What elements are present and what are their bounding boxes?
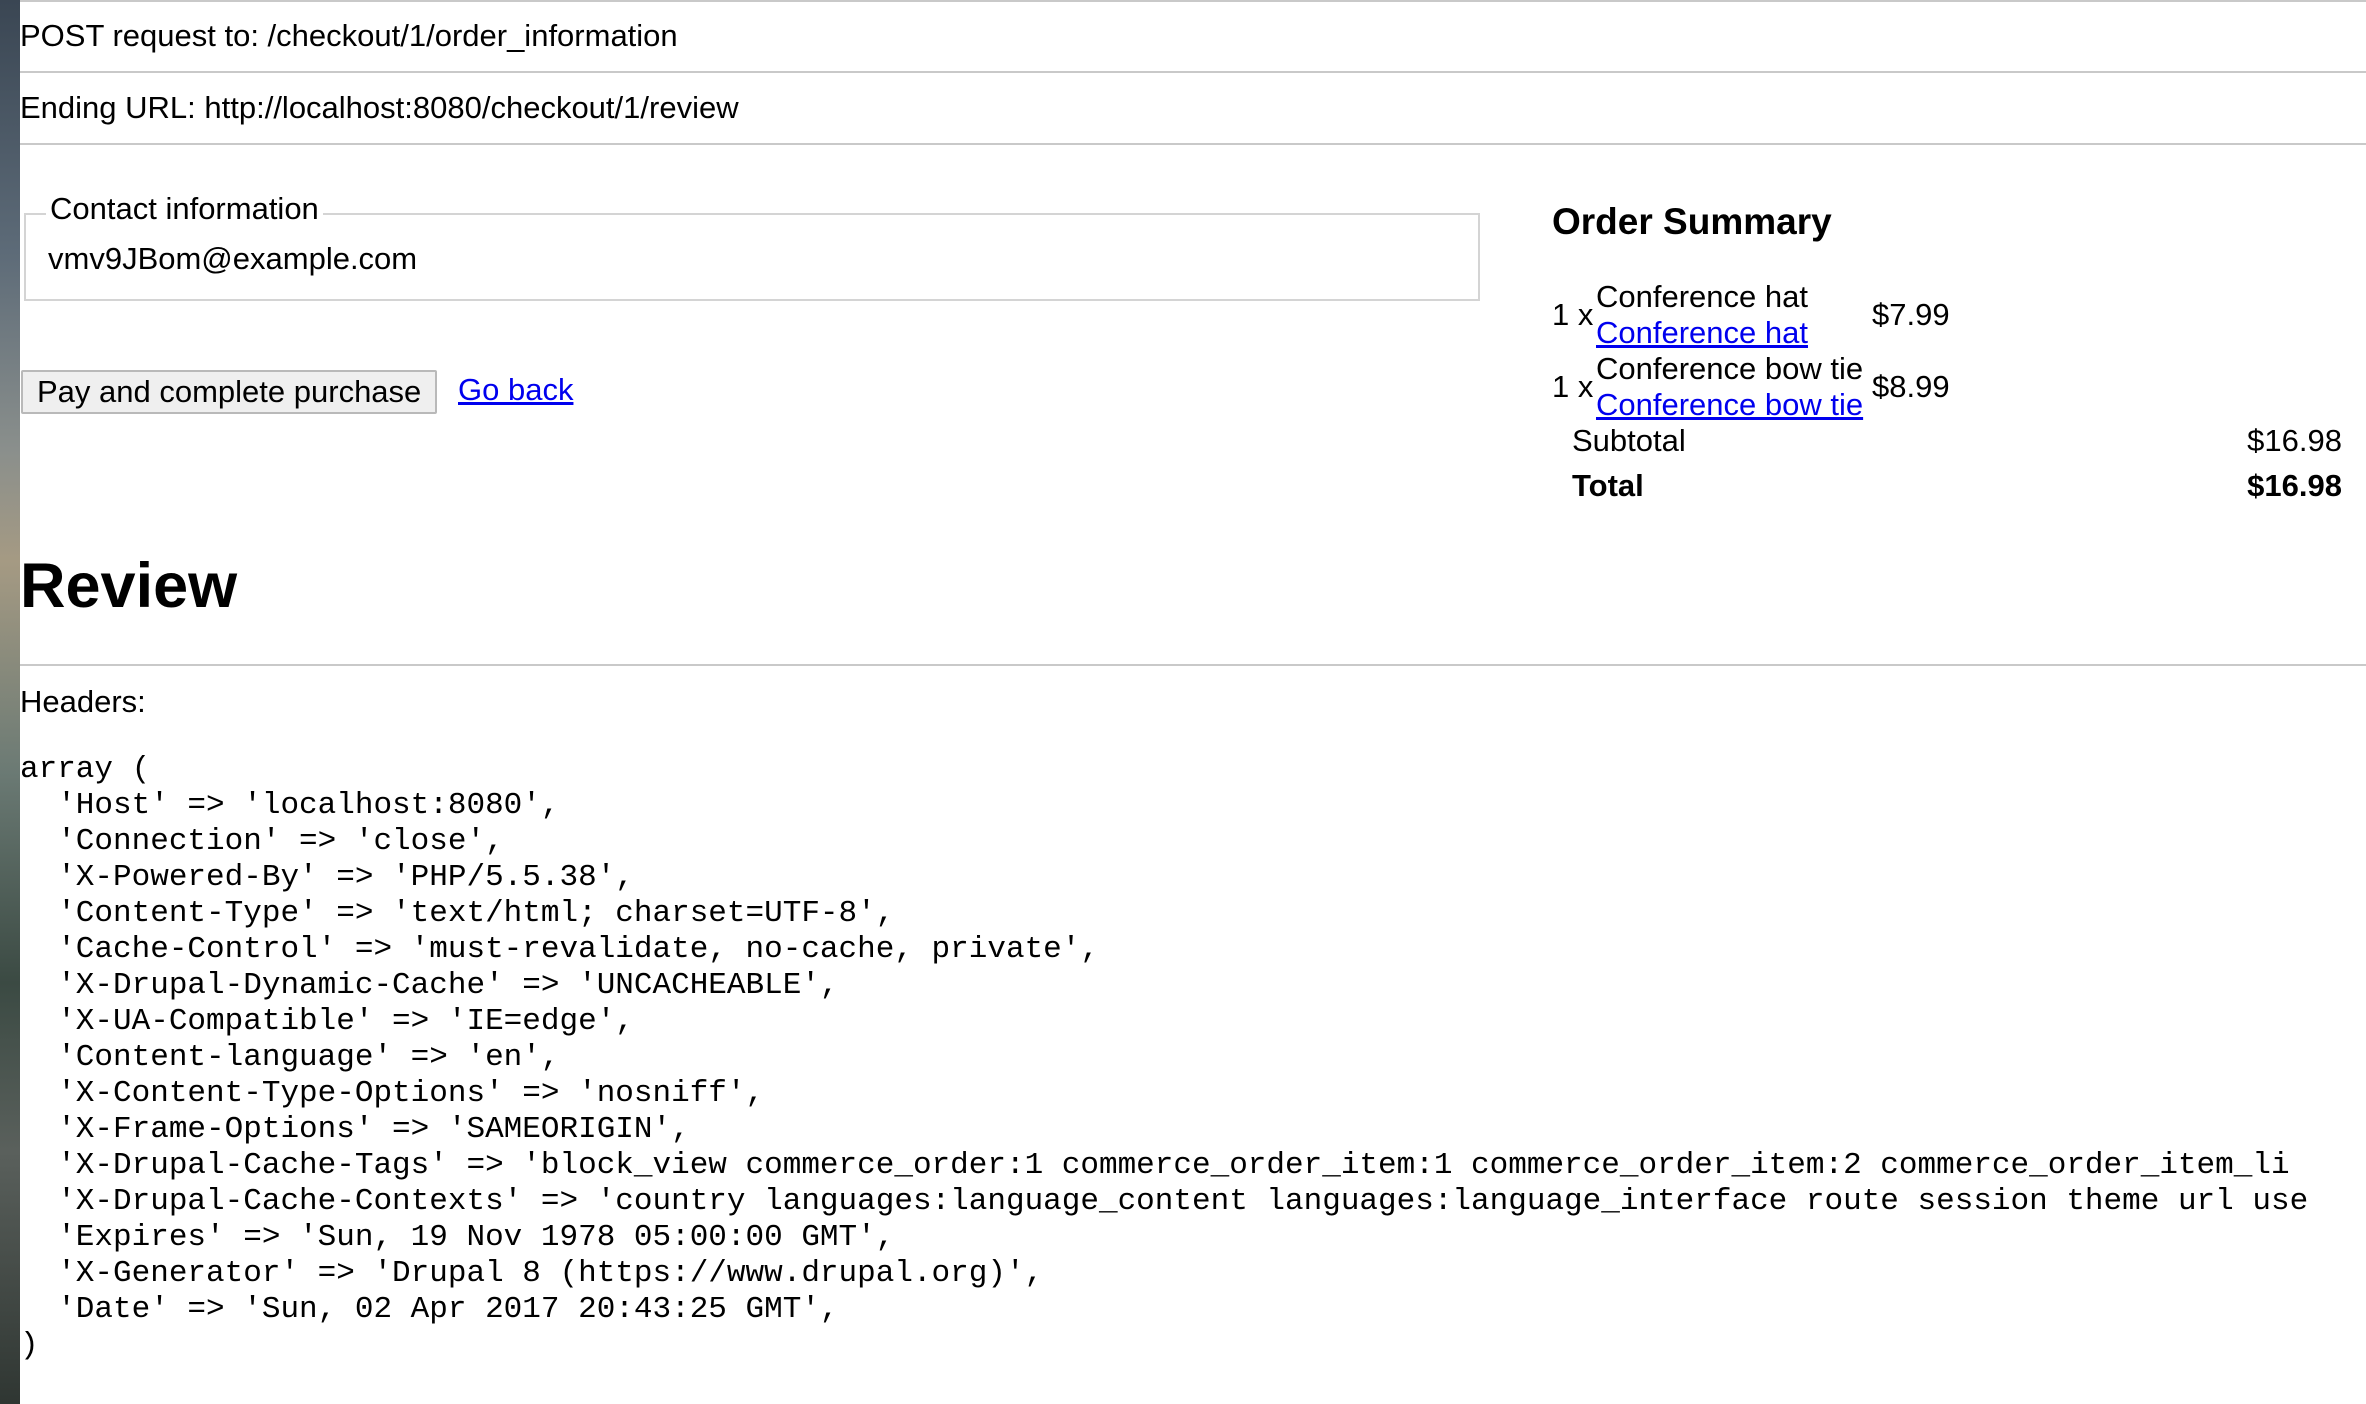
post-request-line: POST request to: /checkout/1/order_infor… — [20, 18, 678, 53]
headers-dump: array ( 'Host' => 'localhost:8080', 'Con… — [20, 752, 2308, 1364]
pay-and-complete-purchase-button[interactable]: Pay and complete purchase — [21, 370, 438, 414]
headers-line: 'X-Content-Type-Options' => 'nosniff', — [20, 1076, 765, 1111]
headers-line: 'Connection' => 'close', — [20, 824, 504, 859]
headers-line: 'X-Generator' => 'Drupal 8 (https://www.… — [20, 1256, 1044, 1291]
order-item-title: Conference bow tie — [1596, 351, 1864, 386]
subtotal-label: Subtotal — [1572, 423, 1686, 458]
headers-line: 'Expires' => 'Sun, 19 Nov 1978 05:00:00 … — [20, 1220, 895, 1255]
headers-line: 'X-Drupal-Dynamic-Cache' => 'UNCACHEABLE… — [20, 968, 839, 1003]
headers-line: 'X-UA-Compatible' => 'IE=edge', — [20, 1004, 634, 1039]
headers-line: 'Cache-Control' => 'must-revalidate, no-… — [20, 932, 1099, 967]
order-item-link[interactable]: Conference bow tie — [1596, 387, 1863, 423]
headers-line: 'Date' => 'Sun, 02 Apr 2017 20:43:25 GMT… — [20, 1292, 839, 1327]
ending-url-line: Ending URL: http://localhost:8080/checko… — [20, 90, 739, 125]
order-item-price: $8.99 — [1872, 369, 1950, 404]
order-item-quantity: 1 x — [1552, 297, 1594, 332]
order-item-quantity: 1 x — [1552, 369, 1594, 404]
divider — [20, 0, 2366, 2]
contact-information-legend: Contact information — [46, 191, 323, 227]
subtotal-value: $16.98 — [2247, 423, 2342, 458]
divider — [20, 71, 2366, 73]
divider — [20, 664, 2366, 666]
order-item-title: Conference hat — [1596, 279, 1808, 314]
headers-line: 'X-Drupal-Cache-Tags' => 'block_view com… — [20, 1148, 2290, 1183]
desktop-background-strip — [0, 0, 20, 1404]
headers-line: ) — [20, 1328, 39, 1363]
divider — [20, 143, 2366, 145]
browser-page: POST request to: /checkout/1/order_infor… — [20, 0, 2366, 1404]
go-back-link[interactable]: Go back — [458, 372, 573, 408]
headers-line: 'X-Powered-By' => 'PHP/5.5.38', — [20, 860, 634, 895]
total-value: $16.98 — [2247, 468, 2342, 503]
headers-line: 'Content-language' => 'en', — [20, 1040, 560, 1075]
headers-line: 'X-Frame-Options' => 'SAMEORIGIN', — [20, 1112, 690, 1147]
headers-line: 'X-Drupal-Cache-Contexts' => 'country la… — [20, 1184, 2309, 1219]
total-label: Total — [1572, 468, 1644, 503]
contact-information-fieldset: Contact information vmv9JBom@example.com — [24, 191, 1480, 301]
order-summary-title: Order Summary — [1552, 201, 1832, 242]
page-title: Review — [20, 551, 238, 621]
headers-line: 'Host' => 'localhost:8080', — [20, 788, 560, 823]
headers-line: 'Content-Type' => 'text/html; charset=UT… — [20, 896, 895, 931]
headers-label: Headers: — [20, 684, 146, 719]
order-item-link[interactable]: Conference hat — [1596, 315, 1808, 351]
contact-email: vmv9JBom@example.com — [48, 241, 418, 276]
headers-line: array ( — [20, 752, 151, 787]
order-item-price: $7.99 — [1872, 297, 1950, 332]
